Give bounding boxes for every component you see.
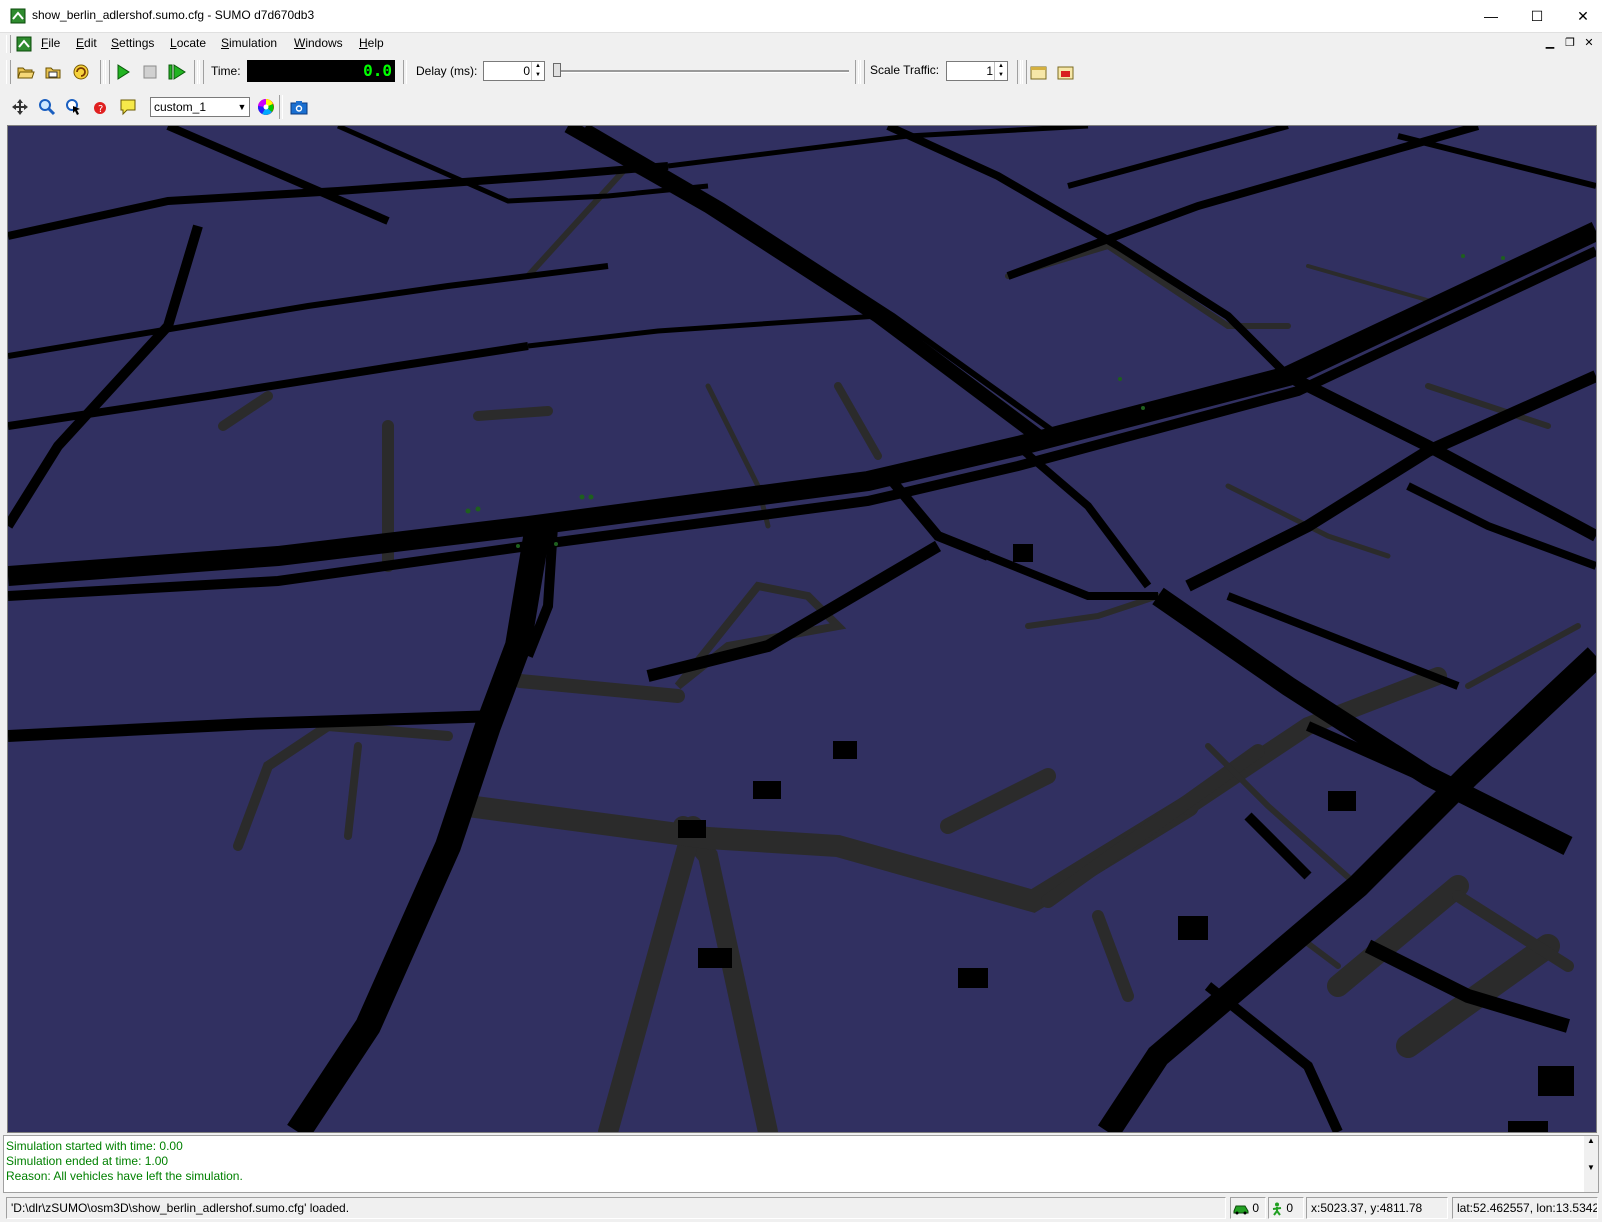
spinner-arrows-icon[interactable]: ▲ ▼ — [994, 62, 1007, 80]
locate-icon[interactable] — [63, 96, 85, 118]
toolbar-separator — [403, 60, 407, 84]
color-scheme-value: custom_1 — [154, 100, 207, 114]
car-icon — [1233, 1205, 1249, 1215]
mdi-restore-icon[interactable]: ❐ — [1563, 36, 1577, 50]
reload-icon[interactable] — [70, 61, 92, 83]
view-toolbar: ? custom_1 ▼ — [0, 93, 1602, 121]
status-message: 'D:\dlr\zSUMO\osm3D\show_berlin_adlersho… — [6, 1197, 1226, 1219]
mdi-close-icon[interactable]: ✕ — [1582, 36, 1596, 50]
message-scrollbar[interactable]: ▲ ▼ — [1584, 1136, 1598, 1192]
menu-settings[interactable]: Settings — [111, 36, 154, 50]
svg-text:?: ? — [98, 104, 103, 115]
stop-icon[interactable] — [139, 61, 161, 83]
cursor-coordinates: x:5023.37, y:4811.78 — [1306, 1197, 1448, 1219]
slider-thumb[interactable] — [553, 63, 561, 77]
open-folder-icon[interactable] — [15, 61, 37, 83]
window-title: show_berlin_adlershof.sumo.cfg - SUMO d7… — [32, 8, 315, 22]
toolbar-grip-2[interactable] — [105, 60, 110, 84]
network-view[interactable] — [7, 125, 1597, 1133]
edit-viewport-icon[interactable] — [117, 96, 139, 118]
menu-windows[interactable]: Windows — [294, 36, 343, 50]
delay-slider[interactable] — [553, 63, 849, 83]
menu-edit[interactable]: Edit — [76, 36, 97, 50]
vehicle-count-value: 0 — [1252, 1201, 1260, 1215]
message-panel[interactable]: Simulation started with time: 0.00 Simul… — [3, 1135, 1599, 1193]
zoom-icon[interactable] — [36, 96, 58, 118]
step-icon[interactable] — [166, 61, 188, 83]
mdi-child-icon[interactable] — [16, 36, 32, 52]
open-network-icon[interactable] — [43, 61, 65, 83]
message-line: Simulation started with time: 0.00 — [6, 1139, 183, 1153]
toolbar-separator — [279, 95, 283, 119]
menu-simulation[interactable]: Simulation — [221, 36, 277, 50]
chevron-down-icon[interactable]: ▼ — [235, 98, 249, 116]
main-toolbar: Time: 0.0 Delay (ms): 0 ▲ ▼ Scale Traffic… — [0, 57, 1602, 87]
toolbar-separator — [194, 60, 198, 84]
message-line: Reason: All vehicles have left the simul… — [6, 1169, 243, 1183]
menu-bar: File Edit Settings Locate Simulation Win… — [0, 33, 1602, 55]
menu-help[interactable]: Help — [359, 36, 384, 50]
toolbar-grip-5[interactable] — [1022, 60, 1027, 84]
new-3d-view-icon[interactable] — [1055, 61, 1077, 83]
time-display: 0.0 — [247, 60, 395, 82]
person-count[interactable]: 0 — [1268, 1197, 1304, 1219]
minimize-button[interactable]: — — [1468, 0, 1514, 32]
toolbar-separator — [855, 60, 859, 84]
maximize-button[interactable]: ☐ — [1514, 0, 1560, 32]
scale-traffic-value: 1 — [986, 64, 993, 78]
delay-value: 0 — [523, 64, 530, 78]
status-bar: 'D:\dlr\zSUMO\osm3D\show_berlin_adlersho… — [0, 1194, 1602, 1222]
spinner-arrows-icon[interactable]: ▲ ▼ — [531, 62, 544, 80]
message-line: Simulation ended at time: 1.00 — [6, 1154, 169, 1168]
menu-file[interactable]: File — [41, 36, 60, 50]
delay-label: Delay (ms): — [416, 64, 478, 78]
delay-spinner[interactable]: 0 ▲ ▼ — [483, 61, 545, 81]
toolbar-separator — [1017, 60, 1021, 84]
tooltip-icon[interactable]: ? — [90, 96, 112, 118]
new-view-icon[interactable] — [1028, 61, 1050, 83]
color-scheme-select[interactable]: custom_1 ▼ — [150, 97, 250, 117]
sumo-app-icon — [10, 8, 26, 24]
recenter-view-icon[interactable] — [9, 96, 31, 118]
run-icon[interactable] — [112, 61, 134, 83]
toolbar-grip-3[interactable] — [199, 60, 204, 84]
road-network-canvas[interactable] — [8, 126, 1596, 1132]
vehicle-count[interactable]: 0 — [1230, 1197, 1266, 1219]
color-wheel-icon[interactable] — [255, 96, 277, 118]
screenshot-camera-icon[interactable] — [288, 96, 310, 118]
toolbar-separator — [100, 60, 104, 84]
person-icon — [1272, 1202, 1282, 1216]
scale-traffic-label: Scale Traffic: — [870, 63, 940, 77]
toolbar-grip-4[interactable] — [860, 60, 865, 84]
geo-coordinates: lat:52.462557, lon:13.534264 — [1452, 1197, 1598, 1219]
close-button[interactable]: ✕ — [1560, 0, 1602, 32]
toolbar-grip[interactable] — [6, 60, 11, 84]
slider-track — [553, 70, 849, 73]
mdi-minimize-icon[interactable]: ▁ — [1543, 36, 1557, 50]
time-label: Time: — [211, 64, 241, 78]
scale-traffic-spinner[interactable]: 1 ▲ ▼ — [946, 61, 1008, 81]
person-count-value: 0 — [1286, 1201, 1294, 1215]
menu-locate[interactable]: Locate — [170, 36, 206, 50]
title-bar: show_berlin_adlershof.sumo.cfg - SUMO d7… — [0, 0, 1602, 33]
menubar-grip[interactable] — [6, 35, 11, 53]
